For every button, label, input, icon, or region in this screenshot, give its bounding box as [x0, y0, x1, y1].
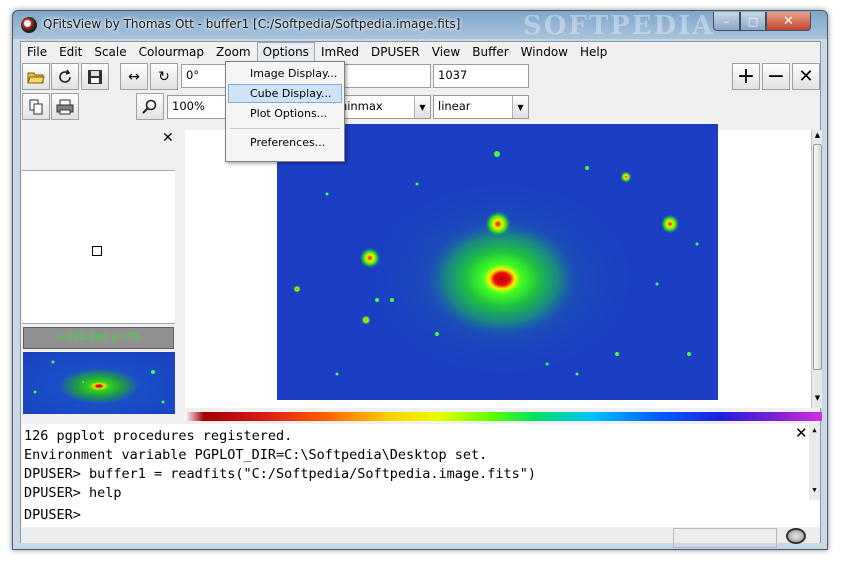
floppy-disk-icon	[88, 69, 102, 84]
menu-colourmap[interactable]: Colourmap	[133, 42, 210, 62]
menu-window[interactable]: Window	[515, 42, 574, 62]
dpuser-console[interactable]: ✕ ▲ ▼ 126 pgplot procedures registered. …	[22, 424, 820, 527]
left-dock-panel: ✕ x 650.000 y 175	[22, 130, 175, 414]
flip-button[interactable]: ↔	[120, 63, 148, 90]
viewer-vertical-scrollbar[interactable]: ▲ ▼	[811, 130, 822, 408]
scale-mode-select[interactable]: minmax ▼	[331, 95, 431, 119]
x-icon: ✕	[798, 66, 814, 87]
close-buffer-button[interactable]: ✕	[792, 63, 820, 90]
menu-item-cube-display[interactable]: Cube Display...	[228, 84, 342, 103]
magnifier-view	[22, 170, 175, 324]
close-icon[interactable]: ✕	[795, 424, 808, 442]
save-button[interactable]	[81, 63, 109, 90]
menu-options[interactable]: Options	[256, 42, 315, 62]
status-globe-icon	[786, 528, 806, 544]
menu-edit[interactable]: Edit	[53, 42, 88, 62]
cursor-square	[92, 246, 102, 256]
menu-imred[interactable]: ImRed	[315, 42, 365, 62]
menu-separator	[230, 128, 340, 129]
reload-button[interactable]	[51, 63, 79, 90]
zoom-field[interactable]: 100%	[167, 95, 229, 119]
close-icon[interactable]: ✕	[162, 130, 174, 146]
console-line: DPUSER> help	[24, 485, 122, 501]
magnifier-icon	[142, 99, 157, 114]
rotate-button[interactable]: ↻	[150, 63, 178, 90]
maximize-button[interactable]: □	[740, 12, 766, 31]
menu-item-plot-options[interactable]: Plot Options...	[228, 104, 342, 123]
zoom-button[interactable]	[136, 93, 164, 120]
remove-buffer-button[interactable]: −	[762, 63, 790, 90]
rotate-icon: ↻	[158, 68, 170, 85]
scroll-down-icon[interactable]: ▼	[812, 394, 823, 406]
console-prompt[interactable]: DPUSER>	[24, 507, 81, 523]
chevron-down-icon: ▼	[512, 96, 528, 118]
scroll-up-icon[interactable]: ▲	[812, 131, 823, 143]
minimize-icon: –	[723, 14, 730, 28]
menu-help[interactable]: Help	[574, 42, 613, 62]
menu-item-preferences[interactable]: Preferences...	[228, 133, 342, 152]
printer-icon	[56, 99, 74, 114]
options-dropdown-menu: Image Display... Cube Display... Plot Op…	[225, 61, 345, 162]
image-viewer[interactable]	[185, 124, 812, 408]
minimize-button[interactable]: –	[713, 12, 740, 31]
menu-view[interactable]: View	[426, 42, 466, 62]
reload-icon	[59, 69, 71, 83]
open-button[interactable]	[22, 63, 50, 90]
client-area: File Edit Scale Colourmap Zoom Options I…	[20, 41, 822, 548]
astronomical-image	[277, 124, 718, 400]
menu-file[interactable]: File	[21, 42, 53, 62]
menu-bar: File Edit Scale Colourmap Zoom Options I…	[21, 42, 820, 62]
status-field	[673, 528, 777, 548]
scroll-down-icon[interactable]: ▼	[809, 486, 820, 498]
folder-open-icon	[27, 72, 45, 83]
application-window: QFitsView by Thomas Ott - buffer1 [C:/So…	[12, 10, 828, 550]
title-bar[interactable]: QFitsView by Thomas Ott - buffer1 [C:/So…	[13, 11, 827, 41]
image-thumbnail[interactable]	[23, 352, 175, 414]
value-field-max[interactable]: 1037	[433, 64, 529, 88]
status-bar	[21, 528, 820, 548]
print-button[interactable]	[51, 93, 79, 120]
menu-scale[interactable]: Scale	[88, 42, 132, 62]
horizontal-flip-icon: ↔	[128, 68, 140, 85]
maximize-icon: □	[747, 14, 759, 28]
softpedia-watermark: SOFTPEDIA	[523, 11, 715, 41]
coordinate-readout: x 650.000 y 175	[23, 327, 174, 349]
console-line: Environment variable PGPLOT_DIR=C:\Softp…	[24, 447, 488, 463]
qfitsview-app-icon	[21, 17, 37, 33]
chevron-down-icon: ▼	[414, 96, 430, 118]
scroll-up-icon[interactable]: ▲	[809, 426, 820, 438]
close-icon: ✕	[783, 13, 794, 29]
copy-icon	[29, 99, 43, 114]
console-scrollbar[interactable]: ▲ ▼	[809, 424, 820, 500]
close-window-button[interactable]: ✕	[766, 12, 811, 31]
scale-type-select[interactable]: linear ▼	[433, 95, 529, 119]
plus-icon: +	[736, 64, 756, 89]
console-line: 126 pgplot procedures registered.	[24, 428, 293, 444]
minus-icon: −	[766, 64, 786, 89]
console-line: DPUSER> buffer1 = readfits("C:/Softpedia…	[24, 466, 537, 482]
window-title: QFitsView by Thomas Ott - buffer1 [C:/So…	[43, 17, 461, 31]
menu-item-image-display[interactable]: Image Display...	[228, 64, 342, 83]
menu-zoom[interactable]: Zoom	[210, 42, 257, 62]
colour-bar	[185, 412, 822, 421]
add-buffer-button[interactable]: +	[732, 63, 760, 90]
scrollbar-thumb[interactable]	[813, 144, 822, 370]
menu-dpuser[interactable]: DPUSER	[365, 42, 426, 62]
thumbnail-stars	[33, 360, 165, 404]
fits-image[interactable]	[277, 124, 718, 400]
menu-buffer[interactable]: Buffer	[466, 42, 514, 62]
copy-button[interactable]	[22, 93, 50, 120]
value-field-min[interactable]: 0	[331, 64, 431, 88]
